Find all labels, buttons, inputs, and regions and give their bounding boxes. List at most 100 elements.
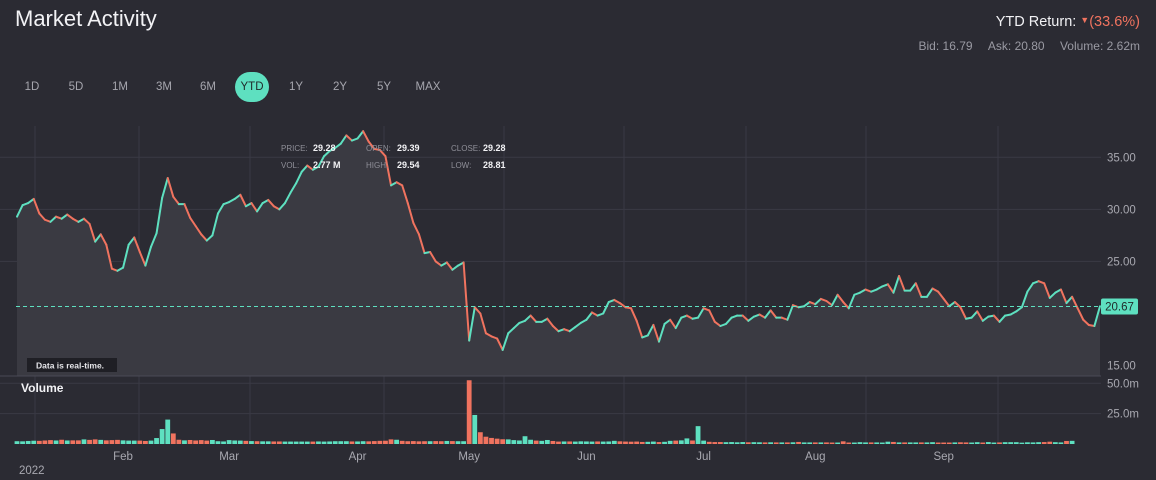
volume-bar — [500, 439, 506, 444]
volume-bar — [204, 440, 210, 444]
volume-bar — [544, 439, 550, 444]
current-price-tag: 20.67 — [1101, 298, 1138, 315]
volume-bar — [868, 442, 874, 444]
year-label: 2022 — [19, 465, 45, 477]
volume-bar — [1008, 442, 1014, 444]
volume-bar — [115, 439, 120, 444]
volume-bar — [885, 441, 891, 444]
volume-bar — [416, 441, 422, 444]
tooltip-price-label: PRICE: — [281, 144, 308, 153]
volume-bar — [863, 442, 868, 444]
volume-bar — [1052, 442, 1058, 444]
volume-bar — [343, 441, 349, 444]
volume-bar — [745, 442, 751, 444]
volume-bar — [410, 441, 416, 444]
volume-bar — [165, 419, 171, 444]
volume-bar — [751, 442, 757, 444]
volume-bar — [801, 442, 807, 444]
volume-bar — [690, 440, 695, 444]
volume-bar — [1069, 440, 1075, 444]
volume-bar — [20, 441, 25, 444]
volume-bar — [170, 433, 176, 444]
volume-bar — [1058, 442, 1064, 444]
market-chart[interactable]: Feb Mar Apr May Jun Jul Aug Sep 35.00 30.00 25.00 1… — [0, 0, 1156, 480]
volume-bar — [48, 440, 53, 444]
volume-bar — [232, 440, 238, 444]
volume-bar — [383, 440, 388, 444]
volume-bar — [14, 441, 20, 444]
volume-bar — [757, 442, 762, 444]
volume-bar — [461, 441, 466, 444]
volume-bar — [723, 442, 729, 444]
x-tick-label: Mar — [219, 451, 239, 463]
volume-bar — [477, 432, 483, 444]
volume-bar — [276, 441, 282, 444]
volume-bar — [589, 441, 595, 444]
volume-bar — [466, 380, 472, 444]
volume-bar — [109, 440, 115, 444]
volume-bar — [494, 438, 500, 444]
tooltip-high-value: 29.54 — [397, 160, 420, 170]
volume-bar — [143, 440, 148, 444]
volume-bar — [349, 441, 355, 444]
volume-bar — [645, 441, 651, 444]
volume-bar — [578, 441, 584, 444]
volume-bar — [53, 440, 59, 444]
volume-bar — [1019, 442, 1025, 444]
volume-bar — [450, 441, 455, 444]
volume-bar — [148, 440, 154, 444]
volume-bar — [366, 441, 372, 444]
volume-bar — [87, 439, 92, 444]
volume-bar — [505, 439, 511, 444]
volume-bar — [634, 441, 640, 444]
volume-bar — [355, 441, 360, 444]
volume-bar — [896, 442, 902, 444]
volume-bar — [656, 442, 662, 444]
volume-bar — [126, 440, 132, 444]
tooltip-high-label: HIGH: — [366, 161, 388, 170]
volume-bar — [282, 441, 288, 444]
volume-bar — [64, 440, 70, 444]
volume-bar — [226, 440, 232, 444]
volume-bar — [422, 441, 427, 444]
volume-bar — [316, 441, 321, 444]
volume-bar — [991, 442, 997, 444]
realtime-note-text: Data is real-time. — [36, 361, 104, 371]
volume-bar — [969, 442, 974, 444]
volume-bar — [835, 442, 841, 444]
volume-bar — [874, 442, 880, 444]
volume-bar — [561, 441, 567, 444]
tooltip: PRICE: 29.28 OPEN: 29.39 CLOSE: 29.28 VO… — [281, 143, 506, 170]
volume-bar — [120, 440, 126, 444]
volume-bar — [684, 438, 690, 444]
tooltip-price-value: 29.28 — [313, 143, 336, 153]
volume-bar — [980, 442, 986, 444]
y-tick-label: 35.00 — [1107, 152, 1136, 164]
volume-bar — [42, 440, 48, 444]
volume-tick-label: 50.0m — [1107, 378, 1139, 390]
y-tick-label: 25.00 — [1107, 256, 1136, 268]
volume-bar — [327, 441, 333, 444]
volume-bar — [639, 441, 645, 444]
volume-bar — [31, 440, 37, 444]
volume-bar — [539, 440, 545, 444]
volume-bar — [924, 442, 930, 444]
volume-bar — [941, 442, 947, 444]
x-tick-label: Feb — [113, 451, 133, 463]
volume-bar — [706, 441, 712, 444]
x-tick-label: Aug — [805, 451, 825, 463]
volume-bar — [405, 441, 411, 444]
volume-bar — [907, 442, 913, 444]
volume-bar — [779, 442, 785, 444]
volume-bar — [673, 440, 679, 444]
volume-bar — [260, 441, 266, 444]
current-price-label: 20.67 — [1105, 302, 1134, 314]
volume-bar — [985, 442, 991, 444]
volume-bar — [517, 440, 522, 444]
x-tick-label: May — [458, 451, 480, 463]
volume-bar — [103, 440, 109, 444]
volume-bar — [332, 441, 338, 444]
volume-bar — [1047, 441, 1053, 444]
volume-bar — [249, 441, 254, 444]
volume-bar — [221, 441, 226, 444]
